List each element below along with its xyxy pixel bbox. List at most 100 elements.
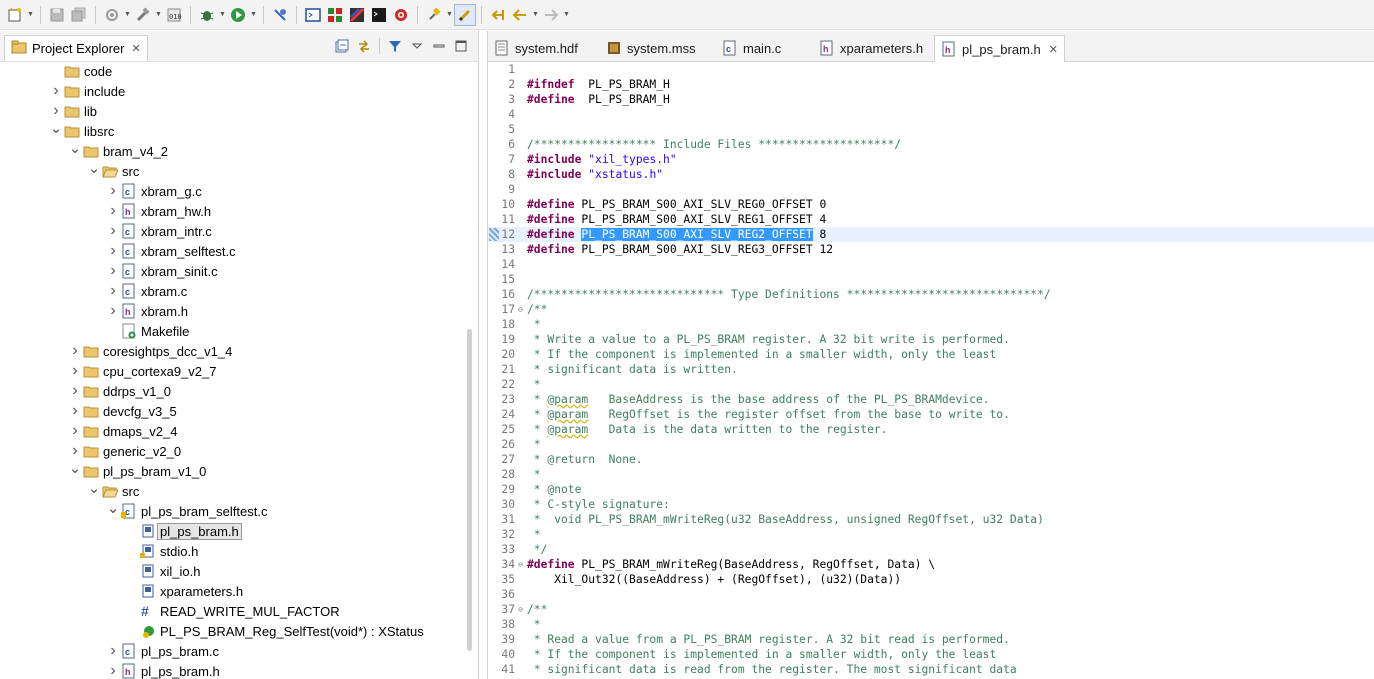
- build-dropdown-icon[interactable]: ▼: [154, 4, 163, 26]
- chevron-right-icon[interactable]: ›: [105, 222, 121, 240]
- chevron-right-icon[interactable]: ›: [48, 102, 64, 120]
- pin-dropdown-icon[interactable]: ▼: [445, 4, 454, 26]
- preferences-icon[interactable]: [101, 4, 123, 26]
- tree-item[interactable]: › c pl_ps_bram.c: [105, 641, 219, 661]
- run-dropdown-icon[interactable]: ▼: [249, 4, 258, 26]
- close-icon[interactable]: ✕: [1049, 43, 1058, 56]
- debug-dropdown-icon[interactable]: ▼: [218, 4, 227, 26]
- link-with-editor-icon[interactable]: [353, 37, 375, 55]
- close-icon[interactable]: ✕: [131, 42, 140, 55]
- project-explorer-tab[interactable]: Project Explorer ✕: [4, 35, 148, 61]
- tree-item[interactable]: PL_PS_BRAM_Reg_SelfTest(void*) : XStatus: [124, 621, 424, 641]
- chevron-right-icon[interactable]: ›: [105, 262, 121, 280]
- toggle-mark-occurrences-icon[interactable]: [454, 3, 476, 26]
- tree-item[interactable]: ⌄ src: [86, 479, 140, 501]
- tree-item[interactable]: Makefile: [105, 321, 189, 341]
- skip-breakpoints-icon[interactable]: [269, 4, 291, 26]
- tree-item[interactable]: › ddrps_v1_0: [67, 381, 171, 401]
- tree-item[interactable]: › h pl_ps_bram.h: [105, 661, 219, 679]
- chevron-right-icon[interactable]: ›: [67, 362, 83, 380]
- vertical-scrollbar[interactable]: [466, 61, 474, 679]
- tree-item[interactable]: › c xbram_intr.c: [105, 221, 211, 241]
- minimize-icon[interactable]: [428, 37, 450, 55]
- filter-icon[interactable]: [384, 37, 406, 55]
- collapse-all-icon[interactable]: [331, 37, 353, 55]
- tree-item[interactable]: # READ_WRITE_MUL_FACTOR: [124, 601, 340, 621]
- fold-toggle-icon[interactable]: ⊖: [516, 302, 525, 317]
- chevron-right-icon[interactable]: ›: [67, 382, 83, 400]
- maximize-icon[interactable]: [450, 37, 472, 55]
- editor-tab[interactable]: system.mss: [600, 35, 702, 61]
- new-icon[interactable]: [4, 4, 26, 26]
- run-icon[interactable]: [227, 4, 249, 26]
- chevron-right-icon[interactable]: ›: [105, 662, 121, 679]
- tree-item[interactable]: › coresightps_dcc_v1_4: [67, 341, 232, 361]
- chevron-down-icon[interactable]: ⌄: [67, 139, 83, 157]
- chevron-down-icon[interactable]: ⌄: [105, 499, 121, 517]
- tree-item[interactable]: code: [48, 61, 112, 81]
- tree-item[interactable]: › c xbram.c: [105, 281, 187, 301]
- xilinx-tools-icon[interactable]: [324, 4, 346, 26]
- tree-item[interactable]: ⌄ pl_ps_bram_v1_0: [67, 459, 207, 481]
- tree-item[interactable]: › include: [48, 81, 125, 101]
- terminal-icon[interactable]: [302, 4, 324, 26]
- chevron-down-icon[interactable]: ⌄: [48, 119, 64, 137]
- chevron-right-icon[interactable]: ›: [105, 642, 121, 660]
- tree-item[interactable]: › c xbram_selftest.c: [105, 241, 235, 261]
- tree-item[interactable]: ⌄ src: [86, 159, 140, 181]
- program-fpga-icon[interactable]: 010: [163, 4, 185, 26]
- code-editor[interactable]: 1 2 #ifndef PL_PS_BRAM_H 3 #define PL_PS_BRA…: [488, 61, 1374, 679]
- chevron-down-icon[interactable]: ⌄: [67, 459, 83, 477]
- chevron-down-icon[interactable]: ⌄: [86, 479, 102, 497]
- scrollbar-thumb[interactable]: [467, 329, 472, 651]
- chevron-right-icon[interactable]: ›: [67, 402, 83, 420]
- editor-tab[interactable]: h xparameters.h: [813, 35, 929, 61]
- last-edit-icon[interactable]: [487, 4, 509, 26]
- chevron-right-icon[interactable]: ›: [67, 442, 83, 460]
- tree-item[interactable]: › h xbram_hw.h: [105, 201, 211, 221]
- chevron-down-icon[interactable]: ⌄: [86, 159, 102, 177]
- editor-tab[interactable]: c main.c: [716, 35, 787, 61]
- chevron-right-icon[interactable]: ›: [105, 282, 121, 300]
- tree-item[interactable]: xil_io.h: [124, 561, 200, 581]
- chevron-right-icon[interactable]: ›: [48, 82, 64, 100]
- debug-icon[interactable]: [196, 4, 218, 26]
- chevron-right-icon[interactable]: ›: [105, 302, 121, 320]
- tree-item[interactable]: › c xbram_g.c: [105, 181, 201, 201]
- back-icon[interactable]: [509, 4, 531, 26]
- tree-item[interactable]: ⌄ c pl_ps_bram_selftest.c: [105, 499, 267, 521]
- tree-item[interactable]: xparameters.h: [124, 581, 243, 601]
- build-icon[interactable]: [132, 4, 154, 26]
- fold-toggle-icon[interactable]: ⊖: [516, 557, 525, 572]
- tree-item[interactable]: › devcfg_v3_5: [67, 401, 176, 421]
- forward-icon[interactable]: [540, 4, 562, 26]
- tree-item[interactable]: › lib: [48, 101, 97, 121]
- tree-item[interactable]: ⌄ libsrc: [48, 119, 115, 141]
- tree-item[interactable]: › dmaps_v2_4: [67, 421, 177, 441]
- editor-tab[interactable]: h pl_ps_bram.h ✕: [934, 35, 1065, 62]
- back-dropdown-icon[interactable]: ▼: [531, 4, 540, 26]
- bitstream-icon[interactable]: [346, 4, 368, 26]
- chevron-right-icon[interactable]: ›: [67, 342, 83, 360]
- chevron-right-icon[interactable]: ›: [105, 182, 121, 200]
- new-dropdown-icon[interactable]: ▼: [26, 4, 35, 26]
- tree-item[interactable]: › c xbram_sinit.c: [105, 261, 217, 281]
- save-icon[interactable]: [46, 4, 68, 26]
- tree-item[interactable]: ⌄ bram_v4_2: [67, 139, 168, 161]
- forward-dropdown-icon[interactable]: ▼: [562, 4, 571, 26]
- chevron-right-icon[interactable]: ›: [67, 422, 83, 440]
- target-icon[interactable]: [390, 4, 412, 26]
- tree-item[interactable]: › h xbram.h: [105, 301, 188, 321]
- console-icon[interactable]: [368, 4, 390, 26]
- fold-toggle-icon[interactable]: ⊖: [516, 602, 525, 617]
- chevron-right-icon[interactable]: ›: [105, 202, 121, 220]
- tree-item[interactable]: stdio.h: [124, 541, 198, 561]
- chevron-right-icon[interactable]: ›: [105, 242, 121, 260]
- editor-tab[interactable]: system.hdf: [488, 35, 584, 61]
- save-all-icon[interactable]: [68, 4, 90, 26]
- pin-icon[interactable]: [423, 4, 445, 26]
- preferences-dropdown-icon[interactable]: ▼: [123, 4, 132, 26]
- view-menu-icon[interactable]: [406, 37, 428, 55]
- tree-item[interactable]: › generic_v2_0: [67, 441, 181, 461]
- tree-item[interactable]: › cpu_cortexa9_v2_7: [67, 361, 216, 381]
